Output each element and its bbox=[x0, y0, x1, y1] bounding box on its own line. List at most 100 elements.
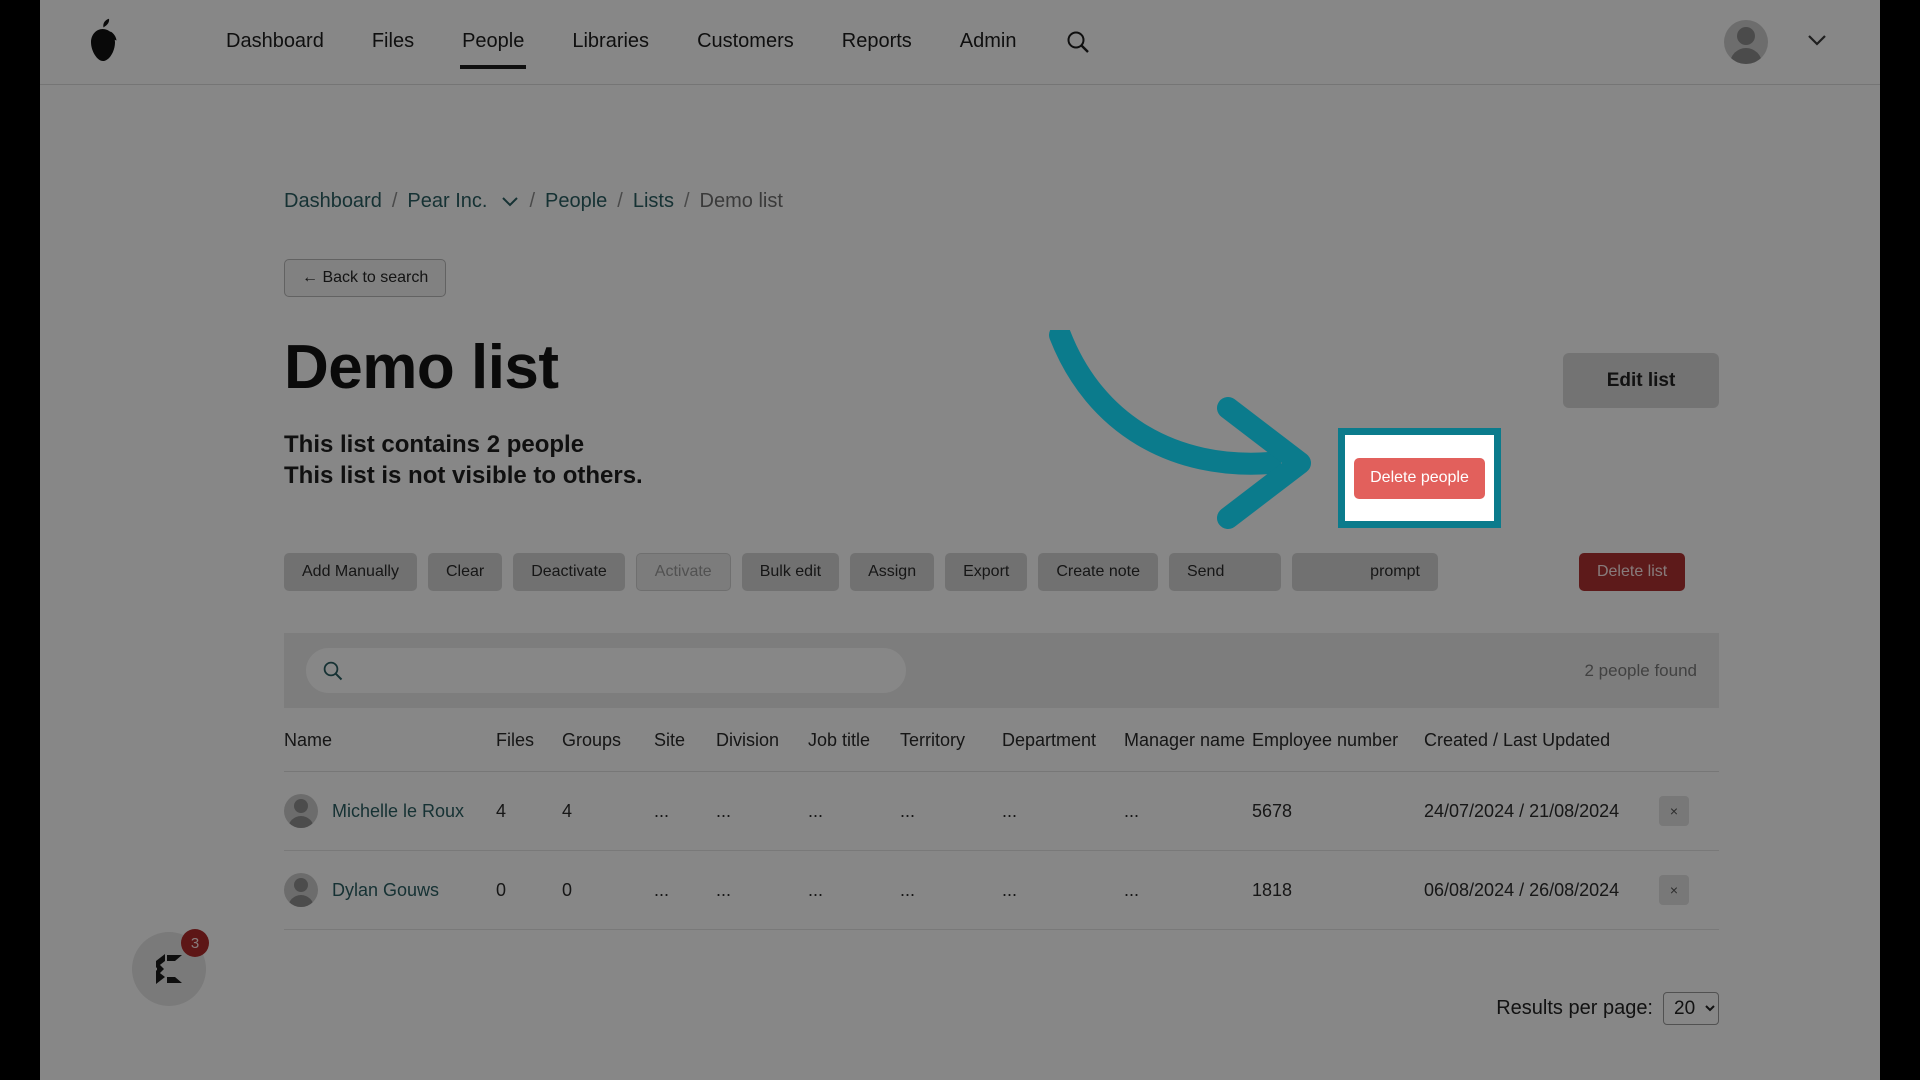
results-per-page-select[interactable]: 20 bbox=[1663, 992, 1719, 1026]
avatar[interactable] bbox=[1724, 20, 1768, 64]
breadcrumb-item-pear-inc[interactable]: Pear Inc. bbox=[407, 190, 487, 213]
create-note-button[interactable]: Create note bbox=[1038, 553, 1158, 592]
column-header-employee-number[interactable]: Employee number bbox=[1252, 708, 1424, 773]
chevron-down-icon[interactable] bbox=[1806, 33, 1828, 52]
cell-job-title: ... bbox=[808, 771, 900, 852]
column-header-created-updated[interactable]: Created / Last Updated bbox=[1424, 708, 1659, 773]
cell-groups: 4 bbox=[562, 771, 654, 852]
breadcrumb-item-current: Demo list bbox=[699, 189, 783, 212]
list-visibility-text: This list is not visible to others. bbox=[284, 461, 643, 489]
chat-unread-badge: 3 bbox=[181, 929, 209, 957]
nav-item-admin[interactable]: Admin bbox=[936, 16, 1041, 69]
breadcrumb: Dashboard / Pear Inc. / People / Lists /… bbox=[284, 85, 1719, 212]
cell-employee-number: 5678 bbox=[1252, 771, 1424, 852]
person-link[interactable]: Michelle le Roux bbox=[332, 801, 464, 822]
delete-people-button[interactable]: Delete people bbox=[1354, 457, 1485, 499]
column-header-territory[interactable]: Territory bbox=[900, 708, 1002, 773]
cell-employee-number: 1818 bbox=[1252, 850, 1424, 931]
results-count: 2 people found bbox=[1584, 660, 1698, 680]
search-icon[interactable] bbox=[1065, 29, 1091, 55]
page-title: Demo list bbox=[284, 333, 559, 402]
cell-division: ... bbox=[716, 771, 808, 852]
breadcrumb-separator: / bbox=[683, 189, 690, 212]
breadcrumb-item-dashboard[interactable]: Dashboard bbox=[284, 190, 382, 213]
cell-created-updated: 24/07/2024 / 21/08/2024 bbox=[1424, 771, 1659, 852]
letterbox-right bbox=[1880, 0, 1920, 1080]
breadcrumb-separator: / bbox=[391, 189, 398, 212]
back-to-search-button[interactable]: ← Back to search bbox=[284, 259, 447, 297]
person-link[interactable]: Dylan Gouws bbox=[332, 880, 439, 901]
pear-logo-icon[interactable] bbox=[48, 18, 158, 66]
chat-widget-button[interactable]: 3 bbox=[132, 929, 209, 1006]
edit-list-button[interactable]: Edit list bbox=[1563, 353, 1719, 408]
add-manually-button[interactable]: Add Manually bbox=[284, 553, 417, 592]
clear-button[interactable]: Clear bbox=[427, 553, 503, 592]
send-button[interactable]: Send bbox=[1168, 553, 1281, 592]
column-header-remove bbox=[1659, 708, 1719, 773]
delete-list-button[interactable]: Delete list bbox=[1578, 553, 1686, 592]
assign-button[interactable]: Assign bbox=[850, 553, 935, 592]
breadcrumb-separator: / bbox=[529, 189, 536, 212]
table-header: Name Files Groups Site Division Job titl… bbox=[284, 708, 1719, 773]
cell-site: ... bbox=[654, 771, 716, 852]
nav-item-libraries[interactable]: Libraries bbox=[548, 16, 673, 69]
breadcrumb-separator: / bbox=[617, 189, 623, 212]
cell-groups: 0 bbox=[562, 850, 654, 931]
people-table: Name Files Groups Site Division Job titl… bbox=[284, 708, 1719, 931]
list-summary: This list contains 2 people This list is… bbox=[284, 430, 1719, 491]
remove-person-button[interactable]: × bbox=[1659, 875, 1689, 906]
list-action-bar: Add Manually Clear Deactivate Activate B… bbox=[284, 553, 1719, 592]
avatar bbox=[284, 873, 318, 908]
bulk-edit-button[interactable]: Bulk edit bbox=[741, 553, 840, 592]
remove-person-button[interactable]: × bbox=[1659, 796, 1689, 827]
table-body: Michelle le Roux 4 4 ... ... ... ... ...… bbox=[284, 771, 1719, 931]
column-header-division[interactable]: Division bbox=[716, 708, 808, 773]
send-prompt-button[interactable]: prompt bbox=[1291, 553, 1438, 592]
delete-people-highlight: Delete people bbox=[1338, 428, 1501, 528]
cell-department: ... bbox=[1002, 771, 1124, 852]
column-header-site[interactable]: Site bbox=[654, 708, 716, 773]
screenshot-viewport: Dashboard Files People Libraries Custome… bbox=[0, 0, 1920, 1080]
cell-territory: ... bbox=[900, 850, 1002, 931]
table-row[interactable]: Michelle le Roux 4 4 ... ... ... ... ...… bbox=[284, 771, 1719, 852]
cell-manager-name: ... bbox=[1124, 850, 1252, 931]
main-nav-links: Dashboard Files People Libraries Custome… bbox=[202, 16, 1041, 69]
cell-job-title: ... bbox=[808, 850, 900, 931]
cell-territory: ... bbox=[900, 771, 1002, 852]
column-header-files[interactable]: Files bbox=[496, 708, 562, 773]
people-search-panel: 2 people found bbox=[284, 633, 1719, 709]
cell-created-updated: 06/08/2024 / 26/08/2024 bbox=[1424, 850, 1659, 931]
results-per-page: Results per page: 20 bbox=[284, 992, 1719, 1026]
table-row[interactable]: Dylan Gouws 0 0 ... ... ... ... ... ... … bbox=[284, 850, 1719, 931]
nav-item-files[interactable]: Files bbox=[348, 16, 438, 69]
deactivate-button[interactable]: Deactivate bbox=[513, 553, 625, 592]
cell-manager-name: ... bbox=[1124, 771, 1252, 852]
table-header-row: Name Files Groups Site Division Job titl… bbox=[284, 708, 1719, 773]
nav-item-people[interactable]: People bbox=[438, 16, 548, 69]
column-header-manager-name[interactable]: Manager name bbox=[1124, 708, 1252, 773]
avatar bbox=[284, 794, 318, 829]
page-title-row: Demo list Edit list bbox=[284, 335, 1719, 408]
results-per-page-label: Results per page: bbox=[1496, 997, 1653, 1020]
cell-files: 4 bbox=[496, 771, 562, 852]
column-header-job-title[interactable]: Job title bbox=[808, 708, 900, 773]
nav-item-dashboard[interactable]: Dashboard bbox=[202, 16, 348, 69]
user-menu[interactable] bbox=[1724, 20, 1828, 64]
nav-item-reports[interactable]: Reports bbox=[818, 16, 936, 69]
activate-button: Activate bbox=[635, 553, 731, 592]
cell-department: ... bbox=[1002, 850, 1124, 931]
chat-logo-icon bbox=[156, 954, 182, 984]
page-content: Dashboard / Pear Inc. / People / Lists /… bbox=[40, 85, 1880, 1026]
column-header-groups[interactable]: Groups bbox=[562, 708, 654, 773]
cell-site: ... bbox=[654, 850, 716, 931]
chevron-down-icon[interactable] bbox=[501, 190, 519, 213]
cell-name: Michelle le Roux bbox=[284, 771, 496, 852]
export-button[interactable]: Export bbox=[945, 553, 1028, 592]
column-header-name[interactable]: Name bbox=[284, 708, 496, 773]
breadcrumb-item-lists[interactable]: Lists bbox=[633, 190, 674, 213]
breadcrumb-item-people[interactable]: People bbox=[545, 190, 607, 213]
nav-item-customers[interactable]: Customers bbox=[673, 16, 818, 69]
search-input[interactable] bbox=[306, 648, 906, 694]
cell-name: Dylan Gouws bbox=[284, 850, 496, 931]
column-header-department[interactable]: Department bbox=[1002, 708, 1124, 773]
